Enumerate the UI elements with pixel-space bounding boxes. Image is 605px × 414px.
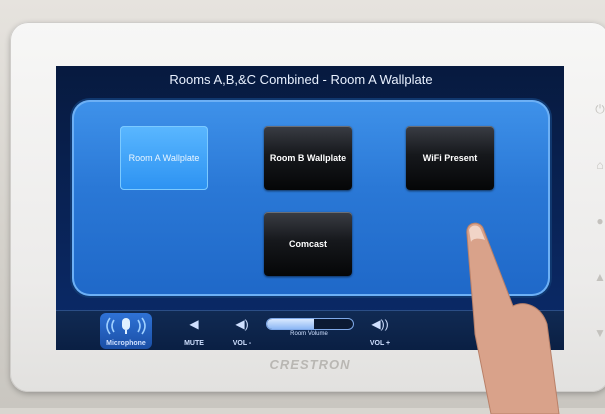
- volume-down-button[interactable]: ◀) VOL -: [220, 313, 264, 349]
- microphone-button[interactable]: Microphone: [100, 313, 152, 349]
- audio-control-bar: Microphone ◀ MUTE ◀) VOL - Room Volume ◀…: [56, 310, 564, 350]
- light-icon[interactable]: ●: [588, 214, 605, 228]
- source-button-room-b-wallplate[interactable]: Room B Wallplate: [264, 126, 352, 190]
- mute-label: MUTE: [184, 340, 204, 347]
- room-volume-slider[interactable]: [266, 318, 354, 330]
- source-button-room-a-wallplate[interactable]: Room A Wallplate: [120, 126, 208, 190]
- brand-logo: CRESTRON: [269, 357, 351, 372]
- touch-screen: Rooms A,B,&C Combined - Room A Wallplate…: [56, 66, 564, 350]
- room-volume-level: [267, 319, 315, 329]
- down-arrow-icon[interactable]: ▼: [588, 326, 605, 340]
- options-button[interactable]: Options: [466, 313, 518, 349]
- microphone-label: Microphone: [106, 340, 146, 347]
- source-button-label: Room B Wallplate: [269, 153, 347, 163]
- source-button-label: WiFi Present: [422, 153, 478, 163]
- source-selection-panel: Room A Wallplate Room B Wallplate WiFi P…: [72, 100, 550, 296]
- options-label: Options: [478, 340, 506, 347]
- microphone-icon: [106, 317, 146, 335]
- volume-down-label: VOL -: [232, 340, 252, 347]
- source-button-wifi-present[interactable]: WiFi Present: [406, 126, 494, 190]
- speaker-high-icon: ◀)): [371, 317, 389, 331]
- source-button-comcast[interactable]: Comcast: [264, 212, 352, 276]
- speaker-mute-icon: ◀: [189, 317, 199, 331]
- power-icon[interactable]: ⏻: [588, 102, 605, 117]
- options-icon: [485, 316, 499, 330]
- speaker-low-icon: ◀): [235, 317, 249, 331]
- up-arrow-icon[interactable]: ▲: [588, 270, 605, 284]
- volume-up-label: VOL +: [369, 340, 391, 347]
- room-volume-label: Room Volume: [290, 331, 328, 337]
- source-button-label: Comcast: [288, 239, 327, 249]
- source-button-label: Room A Wallplate: [128, 153, 200, 163]
- home-icon[interactable]: ⌂: [588, 158, 605, 172]
- page-title: Rooms A,B,&C Combined - Room A Wallplate: [169, 72, 433, 87]
- volume-up-button[interactable]: ◀)) VOL +: [354, 313, 406, 349]
- mute-button[interactable]: ◀ MUTE: [172, 313, 216, 349]
